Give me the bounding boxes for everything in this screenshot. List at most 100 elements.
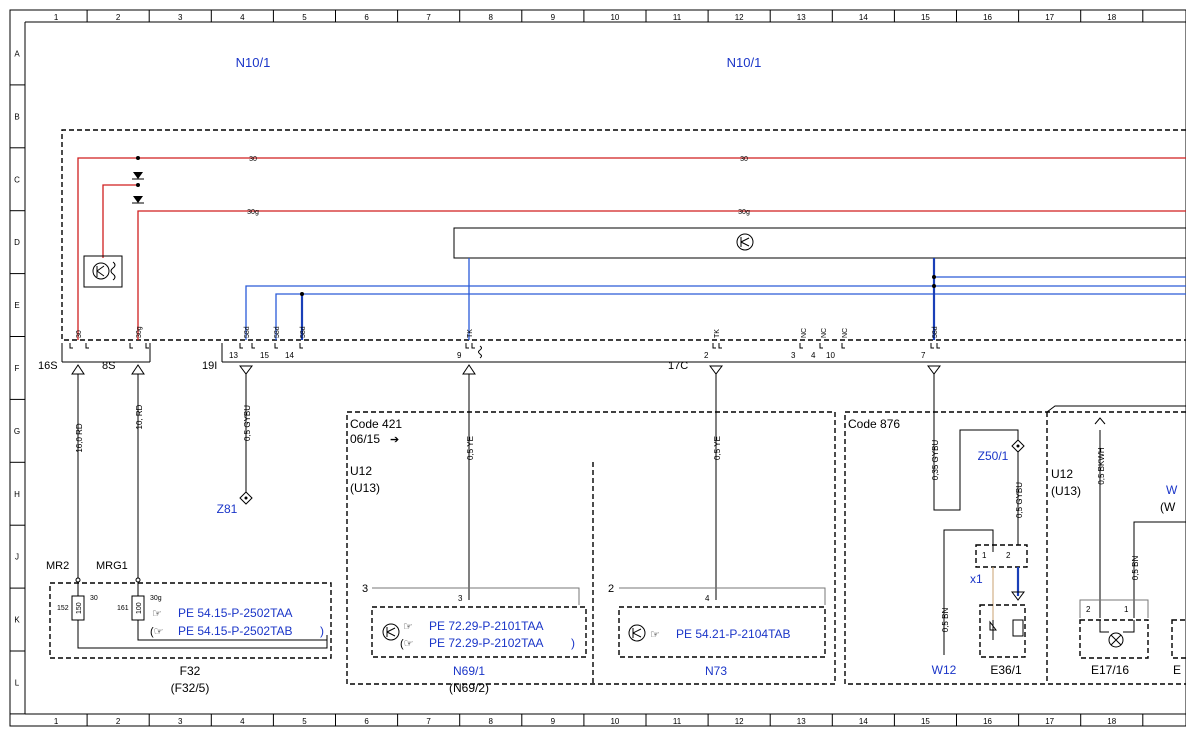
pin-tick bbox=[471, 343, 475, 349]
grid-row-label: G bbox=[14, 427, 20, 436]
svg-text:MRG1: MRG1 bbox=[96, 560, 128, 572]
grid-row-label: E bbox=[14, 301, 19, 310]
grid-row-label: H bbox=[14, 490, 20, 499]
svg-text:16S: 16S bbox=[38, 360, 58, 372]
svg-text:4: 4 bbox=[705, 594, 710, 603]
grid-row-label: L bbox=[15, 678, 20, 687]
svg-text:15: 15 bbox=[260, 351, 269, 360]
svg-text:TK: TK bbox=[714, 329, 721, 338]
pin-tick bbox=[274, 343, 278, 349]
svg-text:161: 161 bbox=[117, 605, 129, 612]
pin-tick bbox=[819, 343, 823, 349]
svg-text:30g: 30g bbox=[150, 595, 162, 602]
pin-tick bbox=[129, 343, 133, 349]
grid-column-label: 17 bbox=[1045, 717, 1054, 726]
pin-tick bbox=[712, 343, 716, 349]
pin-tick bbox=[718, 343, 722, 349]
grid-column-label: 1 bbox=[54, 717, 59, 726]
svg-text:58d: 58d bbox=[300, 326, 307, 338]
svg-text:0,5 YE: 0,5 YE bbox=[466, 436, 475, 460]
component-n73: N73 bbox=[705, 664, 727, 678]
component-n10-1-center: N10/1 bbox=[727, 55, 762, 70]
svg-text:): ) bbox=[320, 624, 324, 638]
svg-text:NC: NC bbox=[801, 328, 808, 338]
svg-text:U12: U12 bbox=[350, 464, 372, 478]
pin-tick bbox=[841, 343, 845, 349]
svg-text:Code 876: Code 876 bbox=[848, 417, 900, 431]
component-z81: Z81 bbox=[217, 502, 238, 516]
wire-58d-15 bbox=[275, 293, 1186, 340]
n10-1-housing bbox=[61, 129, 1186, 341]
ref-pe-2502taa[interactable]: PE 54.15-P-2502TAA bbox=[178, 606, 293, 620]
svg-text:(U13): (U13) bbox=[1051, 484, 1081, 498]
svg-text:06/15: 06/15 bbox=[350, 432, 380, 446]
svg-text:8S: 8S bbox=[102, 360, 115, 372]
svg-text:0,5 GYBU: 0,5 GYBU bbox=[243, 405, 252, 441]
ref-pe-2101taa[interactable]: PE 72.29-P-2101TAA bbox=[429, 619, 544, 633]
code-421-region bbox=[346, 411, 836, 685]
grid-column-label: 12 bbox=[735, 717, 744, 726]
svg-text:1: 1 bbox=[982, 551, 987, 560]
svg-text:3: 3 bbox=[791, 351, 796, 360]
svg-text:☞: ☞ bbox=[152, 608, 162, 620]
grid-column-label: 13 bbox=[797, 13, 806, 22]
svg-text:150: 150 bbox=[76, 602, 83, 614]
component-w12: W12 bbox=[932, 663, 957, 677]
svg-text:2: 2 bbox=[1086, 605, 1091, 614]
svg-text:4: 4 bbox=[811, 351, 816, 360]
svg-text:0,5 BN: 0,5 BN bbox=[941, 608, 950, 633]
pin-tick bbox=[239, 343, 243, 349]
pin-tick bbox=[85, 343, 89, 349]
grid-column-label: 6 bbox=[364, 717, 369, 726]
grid-column-label: 4 bbox=[240, 13, 245, 22]
grid-column-label: 3 bbox=[178, 717, 183, 726]
grid-column-label: 9 bbox=[551, 13, 556, 22]
ref-pe-2102taa[interactable]: PE 72.29-P-2102TAA bbox=[429, 636, 544, 650]
grid-row-label: K bbox=[14, 616, 20, 625]
grid-row-labels: A B C D E F G H J K L bbox=[14, 49, 20, 687]
svg-text:☞: ☞ bbox=[403, 621, 413, 633]
grid-column-label: 2 bbox=[116, 13, 121, 22]
svg-text:10: 10 bbox=[826, 351, 835, 360]
svg-text:30g: 30g bbox=[136, 326, 143, 338]
svg-text:13: 13 bbox=[229, 351, 238, 360]
svg-text:0,5 BKWH: 0,5 BKWH bbox=[1097, 447, 1106, 485]
grid-column-label: 11 bbox=[673, 717, 682, 726]
svg-text:3: 3 bbox=[458, 594, 463, 603]
code-876-region bbox=[844, 411, 1186, 685]
diode-bottom bbox=[133, 196, 143, 203]
grid-column-label: 15 bbox=[921, 717, 930, 726]
svg-text:2: 2 bbox=[704, 351, 709, 360]
grid-column-label: 16 bbox=[983, 13, 992, 22]
diode-top bbox=[133, 172, 143, 179]
component-e17-16: E17/16 bbox=[1091, 663, 1129, 677]
ref-pe-2104tab[interactable]: PE 54.21-P-2104TAB bbox=[676, 627, 791, 641]
svg-text:30: 30 bbox=[90, 595, 98, 602]
component-n69-1: N69/1 bbox=[453, 664, 485, 678]
grid-column-label: 11 bbox=[673, 13, 682, 22]
ref-pe-2502tab[interactable]: PE 54.15-P-2502TAB bbox=[178, 624, 293, 638]
svg-text:Code 421: Code 421 bbox=[350, 417, 402, 431]
grid-column-label: 5 bbox=[302, 717, 307, 726]
svg-text:): ) bbox=[571, 636, 575, 650]
grid-column-label: 5 bbox=[302, 13, 307, 22]
svg-text:W: W bbox=[1166, 483, 1178, 497]
grid-column-label: 8 bbox=[489, 13, 494, 22]
grid-column-label: 3 bbox=[178, 13, 183, 22]
component-n69-2: (N69/2) bbox=[449, 681, 489, 695]
grid-column-label: 18 bbox=[1107, 13, 1116, 22]
grid-column-label: 14 bbox=[859, 717, 868, 726]
transistor-icon bbox=[736, 233, 754, 251]
grid-column-label: 15 bbox=[921, 13, 930, 22]
grid-column-label: 1 bbox=[54, 13, 59, 22]
svg-text:152: 152 bbox=[57, 605, 69, 612]
svg-text:E: E bbox=[1173, 663, 1181, 677]
svg-text:3: 3 bbox=[362, 583, 368, 595]
svg-text:100: 100 bbox=[136, 602, 143, 614]
svg-text:16,0 RD: 16,0 RD bbox=[75, 423, 84, 453]
grid-row-label: D bbox=[14, 238, 20, 247]
component-z50-1: Z50/1 bbox=[978, 449, 1009, 463]
svg-text:30: 30 bbox=[740, 156, 748, 163]
grid-column-label: 10 bbox=[610, 717, 619, 726]
grid-row-label: F bbox=[15, 364, 20, 373]
